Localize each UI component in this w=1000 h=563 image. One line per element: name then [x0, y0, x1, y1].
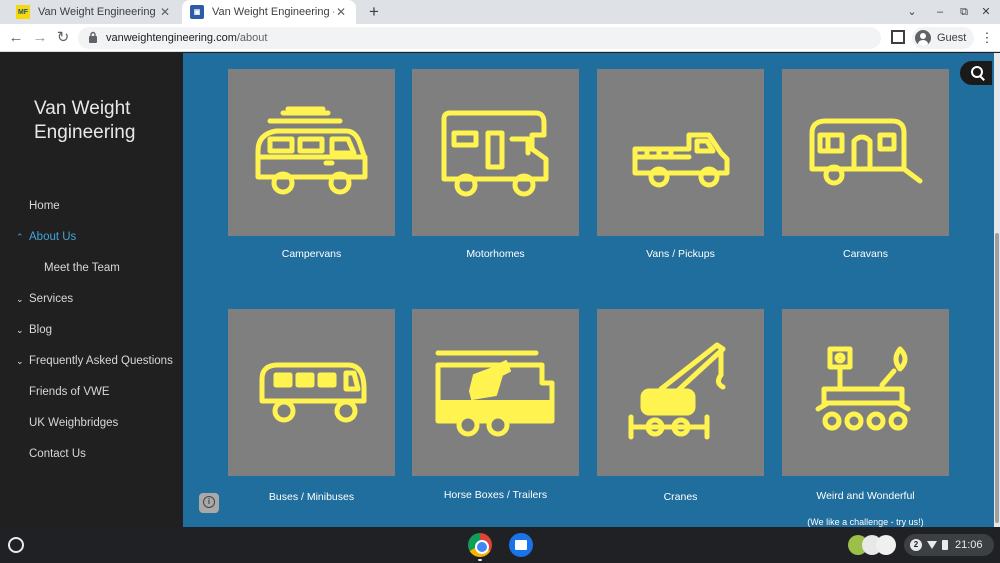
wifi-icon: [927, 541, 937, 549]
nav-label: UK Weighbridges: [29, 417, 119, 429]
nav-item-uk-weighbridges[interactable]: UK Weighbridges: [0, 413, 183, 433]
motorhome-icon: [441, 110, 549, 197]
os-shelf: 2 21:06: [0, 527, 1000, 563]
battery-icon: [942, 540, 948, 550]
site-favicon-icon: MF: [16, 5, 30, 19]
nav-item-blog[interactable]: ⌄ Blog: [0, 320, 183, 340]
restore-window-icon[interactable]: ⧉: [954, 2, 974, 22]
reload-icon[interactable]: ↻: [53, 28, 73, 48]
chrome-app-icon[interactable]: [468, 533, 492, 557]
info-icon[interactable]: [199, 493, 219, 513]
crane-icon: [628, 342, 726, 440]
side-panel-icon[interactable]: [891, 30, 905, 44]
card-vans-pickups[interactable]: [597, 69, 764, 236]
rover-icon: [815, 346, 911, 431]
clock: 21:06: [955, 539, 983, 551]
browser-toolbar: ← → ↻ vanweightengineering.com/about Gue…: [0, 24, 1000, 52]
lock-icon: [88, 31, 100, 46]
chevron-down-icon: ⌄: [16, 293, 24, 304]
nav-label: Services: [29, 293, 74, 305]
profile-label: Guest: [937, 32, 967, 44]
tab-strip: MF Van Weight Engineering - A New ✕ ▣ Va…: [0, 0, 1000, 24]
chevron-down-icon: ⌄: [16, 355, 24, 366]
url-path: /about: [236, 32, 268, 44]
card-campervans[interactable]: [228, 69, 395, 236]
chevron-up-icon: ⌃: [16, 231, 24, 242]
nav-item-services[interactable]: ⌄ Services: [0, 289, 183, 309]
card-label-caravans[interactable]: Caravans: [773, 248, 958, 260]
card-label-motorhomes[interactable]: Motorhomes: [403, 248, 588, 260]
card-label-cranes[interactable]: Cranes: [588, 491, 773, 503]
close-window-icon[interactable]: ✕: [976, 2, 996, 22]
launcher-icon[interactable]: [8, 537, 24, 553]
scrollbar-thumb[interactable]: [995, 233, 999, 523]
back-arrow-icon[interactable]: ←: [6, 28, 26, 48]
horsebox-icon: [435, 350, 555, 437]
card-label-buses-minibuses[interactable]: Buses / Minibuses: [219, 491, 404, 503]
bus-icon: [259, 362, 367, 423]
nav-label: About Us: [29, 231, 77, 243]
nav-item-contact-us[interactable]: Contact Us: [0, 444, 183, 464]
nav-label: Home: [29, 200, 60, 212]
card-label-weird-and-wonderful[interactable]: Weird and Wonderful: [773, 490, 958, 502]
new-tab-button[interactable]: +: [364, 2, 384, 22]
files-app-icon[interactable]: [509, 533, 533, 557]
search-icon[interactable]: [960, 61, 992, 85]
campervan-icon: [255, 106, 368, 195]
tab-home[interactable]: MF Van Weight Engineering - A New ✕: [8, 0, 180, 24]
address-bar[interactable]: vanweightengineering.com/about: [78, 27, 881, 49]
nav-item-home[interactable]: Home: [0, 196, 183, 216]
running-app-indicator: [478, 559, 482, 561]
nav-item-meet-the-team[interactable]: Meet the Team: [0, 258, 183, 278]
card-cranes[interactable]: [597, 309, 764, 476]
nav-label: Friends of VWE: [29, 386, 110, 398]
card-label-vans-pickups[interactable]: Vans / Pickups: [588, 248, 773, 260]
card-weird-and-wonderful[interactable]: [782, 309, 949, 476]
holding-space-icon[interactable]: [848, 535, 896, 555]
close-tab-icon[interactable]: ✕: [334, 5, 348, 19]
web-page: Van Weight Engineering Home ⌃ About Us Me…: [0, 53, 1000, 527]
tab-about[interactable]: ▣ Van Weight Engineering - About ✕: [182, 0, 356, 24]
nav-item-faq[interactable]: ⌄ Frequently Asked Questions: [0, 351, 183, 371]
card-caravans[interactable]: [782, 69, 949, 236]
card-sublabel-weird-and-wonderful: (We like a challenge - try us!): [807, 517, 924, 527]
nav-label: Meet the Team: [44, 262, 120, 274]
card-buses-minibuses[interactable]: [228, 309, 395, 476]
nav-item-about-us[interactable]: ⌃ About Us: [0, 227, 183, 247]
card-label-campervans[interactable]: Campervans: [219, 248, 404, 260]
close-tab-icon[interactable]: ✕: [158, 5, 172, 19]
notification-count-badge: 2: [910, 539, 922, 551]
status-tray[interactable]: 2 21:06: [904, 534, 994, 556]
forward-arrow-icon[interactable]: →: [30, 28, 50, 48]
card-horse-boxes-trailers[interactable]: [412, 309, 579, 476]
browser-menu-icon[interactable]: ⋮: [980, 30, 994, 46]
site-sidebar: Van Weight Engineering Home ⌃ About Us Me…: [0, 53, 183, 527]
profile-button[interactable]: Guest: [912, 27, 975, 49]
card-motorhomes[interactable]: [412, 69, 579, 236]
nav-label: Contact Us: [29, 448, 86, 460]
page-scrollbar[interactable]: [994, 53, 1000, 527]
vehicle-grid: Campervans Motorhomes Vans / Pickups Car…: [183, 53, 1000, 527]
chevron-down-icon: ⌄: [16, 324, 24, 335]
pickup-icon: [632, 132, 730, 188]
nav-label: Frequently Asked Questions: [29, 355, 173, 367]
card-label-horse-boxes-trailers[interactable]: Horse Boxes / Trailers: [403, 489, 588, 501]
tab-title: Van Weight Engineering - About: [212, 6, 334, 18]
nav-label: Blog: [29, 324, 53, 336]
url-host: vanweightengineering.com: [106, 32, 237, 44]
site-favicon-icon: ▣: [190, 5, 204, 19]
tab-search-dropdown-icon[interactable]: ⌄: [902, 2, 922, 22]
site-title[interactable]: Van Weight Engineering: [34, 97, 174, 145]
guest-avatar-icon: [915, 30, 931, 46]
tab-title: Van Weight Engineering - A New: [38, 6, 158, 18]
caravan-icon: [809, 118, 923, 186]
minimize-window-icon[interactable]: –: [930, 2, 950, 22]
nav-item-friends-of-vwe[interactable]: Friends of VWE: [0, 382, 183, 402]
